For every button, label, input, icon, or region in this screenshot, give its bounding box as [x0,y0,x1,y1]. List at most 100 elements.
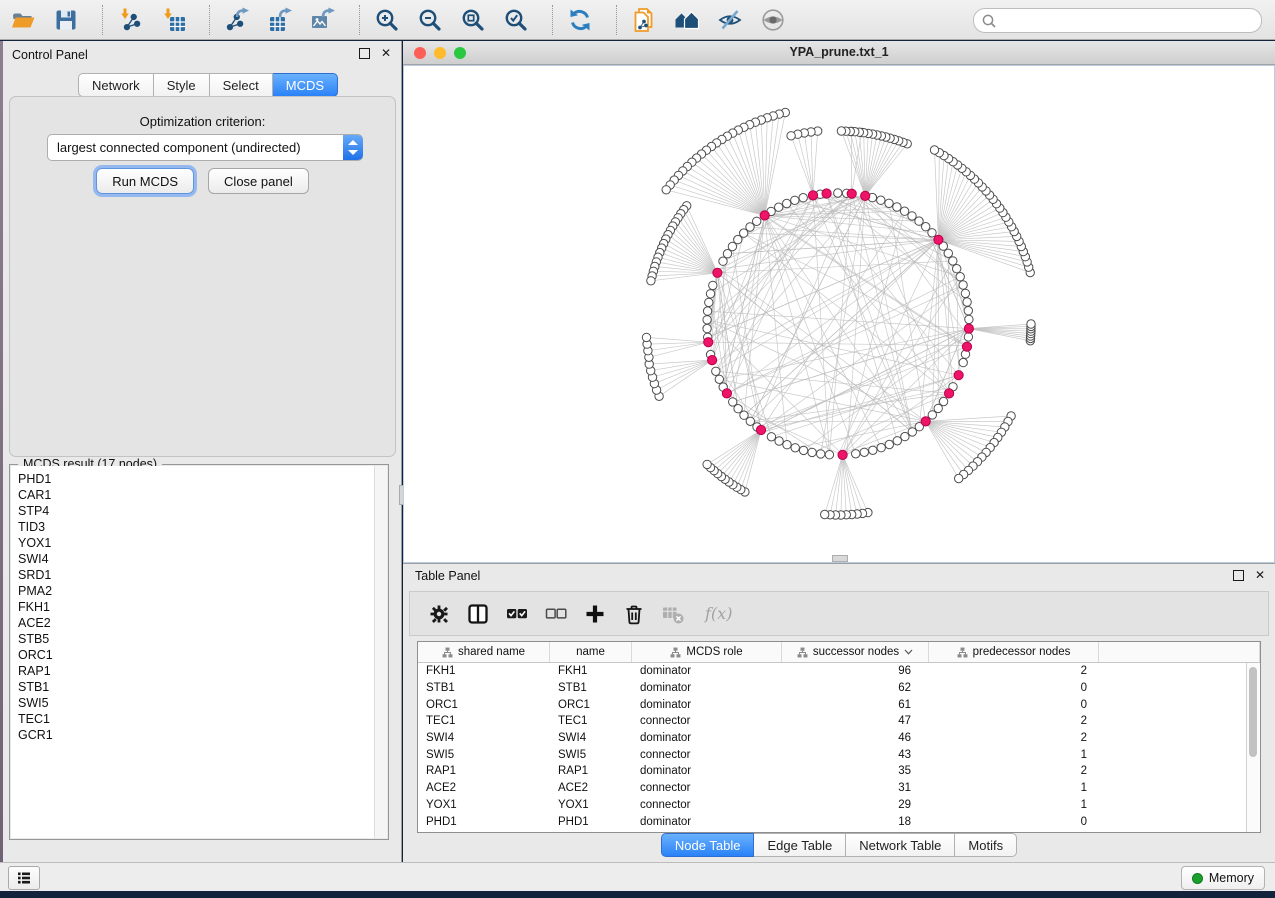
memory-button[interactable]: Memory [1181,866,1265,890]
hide-selected-icon[interactable] [717,7,743,33]
graph-node[interactable] [787,132,795,140]
tab-select[interactable]: Select [210,73,273,97]
network-titlebar[interactable]: YPA_prune.txt_1 [403,41,1275,65]
cell-shared_name[interactable]: RAP1 [418,765,550,777]
cell-predecessor_nodes[interactable]: 1 [929,782,1099,794]
cell-mcds_role[interactable]: dominator [632,699,782,711]
mcds-result-item[interactable]: CAR1 [11,487,387,503]
cell-mcds_role[interactable]: connector [632,715,782,727]
cell-name[interactable]: YOX1 [550,799,632,811]
mcds-result-item[interactable]: FKH1 [11,599,387,615]
graph-node[interactable] [821,510,829,518]
cell-predecessor_nodes[interactable]: 1 [929,749,1099,761]
graph-node[interactable] [877,444,885,452]
mcds-result-item[interactable]: STB5 [11,631,387,647]
graph-node[interactable] [893,437,901,445]
select-all-icon[interactable] [506,603,528,625]
show-hide-columns-icon[interactable] [467,603,489,625]
graph-node[interactable] [723,250,731,258]
cell-successor_nodes[interactable]: 61 [782,699,929,711]
cell-mcds_role[interactable]: dominator [632,665,782,677]
cell-shared_name[interactable]: FKH1 [418,665,550,677]
cell-name[interactable]: ORC1 [550,699,632,711]
cell-predecessor_nodes[interactable]: 2 [929,765,1099,777]
cell-mcds_role[interactable]: dominator [632,732,782,744]
add-column-icon[interactable] [584,603,606,625]
graph-node[interactable] [834,189,842,197]
close-table-panel-icon[interactable]: ✕ [1255,569,1265,581]
graph-node[interactable] [901,432,909,440]
graph-node[interactable] [908,212,916,220]
float-panel-icon[interactable] [359,48,370,59]
mcds-hub-node[interactable] [954,371,963,380]
tab-node-table[interactable]: Node Table [661,833,755,857]
mcds-hub-node[interactable] [760,211,769,220]
dropdown-stepper-icon[interactable] [343,135,363,160]
mcds-result-item[interactable]: SWI5 [11,695,387,711]
graph-node[interactable] [808,448,816,456]
table-row[interactable]: SWI4SWI4dominator462 [418,730,1260,747]
float-table-panel-icon[interactable] [1233,570,1244,581]
apply-layout-icon[interactable] [567,7,593,33]
mcds-hub-node[interactable] [838,450,847,459]
graph-node[interactable] [799,194,807,202]
graph-node[interactable] [799,446,807,454]
table-row[interactable]: ORC1ORC1dominator610 [418,696,1260,713]
cell-shared_name[interactable]: PHD1 [418,816,550,828]
mcds-hub-node[interactable] [713,268,722,277]
graph-node[interactable] [706,290,714,298]
mcds-result-item[interactable]: STP4 [11,503,387,519]
cell-name[interactable]: PHD1 [550,816,632,828]
cell-successor_nodes[interactable]: 46 [782,732,929,744]
graph-node[interactable] [662,186,670,194]
graph-node[interactable] [703,324,711,332]
cell-successor_nodes[interactable]: 96 [782,665,929,677]
graph-node[interactable] [783,441,791,449]
column-header-successor-nodes[interactable]: successor nodes [782,642,929,662]
graph-node[interactable] [783,199,791,207]
mcds-result-item[interactable]: ACE2 [11,615,387,631]
graph-node[interactable] [963,298,971,306]
mcds-hub-node[interactable] [934,235,943,244]
graph-node[interactable] [791,444,799,452]
mcds-result-item[interactable]: TID3 [11,519,387,535]
cell-name[interactable]: SWI4 [550,732,632,744]
graph-node[interactable] [703,307,711,315]
cell-predecessor_nodes[interactable]: 0 [929,682,1099,694]
show-all-icon[interactable] [760,7,786,33]
table-scrollbar[interactable] [1246,663,1260,832]
table-row[interactable]: RAP1RAP1dominator352 [418,763,1260,780]
cell-name[interactable]: SWI5 [550,749,632,761]
graph-node[interactable] [944,249,952,257]
network-canvas[interactable] [403,65,1275,563]
zoom-in-icon[interactable] [374,7,400,33]
graph-node[interactable] [885,199,893,207]
graph-node[interactable] [939,397,947,405]
mcds-hub-node[interactable] [722,389,731,398]
cell-predecessor_nodes[interactable]: 2 [929,715,1099,727]
mcds-hub-node[interactable] [847,189,856,198]
column-header-name[interactable]: name [550,642,632,662]
import-network-icon[interactable] [117,7,143,33]
mcds-result-item[interactable]: YOX1 [11,535,387,551]
cell-name[interactable]: STB1 [550,682,632,694]
graph-node[interactable] [705,298,713,306]
mcds-hub-node[interactable] [964,324,973,333]
graph-node[interactable] [964,333,972,341]
cell-shared_name[interactable]: ACE2 [418,782,550,794]
cell-predecessor_nodes[interactable]: 0 [929,816,1099,828]
cell-name[interactable]: RAP1 [550,765,632,777]
mcds-result-item[interactable]: ORC1 [11,647,387,663]
cell-successor_nodes[interactable]: 31 [782,782,929,794]
cell-mcds_role[interactable]: dominator [632,765,782,777]
cell-shared_name[interactable]: ORC1 [418,699,550,711]
save-session-icon[interactable] [53,7,79,33]
deselect-all-icon[interactable] [545,603,567,625]
table-row[interactable]: YOX1YOX1connector291 [418,797,1260,814]
tab-motifs[interactable]: Motifs [955,833,1017,857]
tab-style[interactable]: Style [154,73,210,97]
graph-node[interactable] [791,196,799,204]
graph-node[interactable] [869,446,877,454]
graph-node[interactable] [860,448,868,456]
close-panel-button[interactable]: Close panel [208,168,309,194]
